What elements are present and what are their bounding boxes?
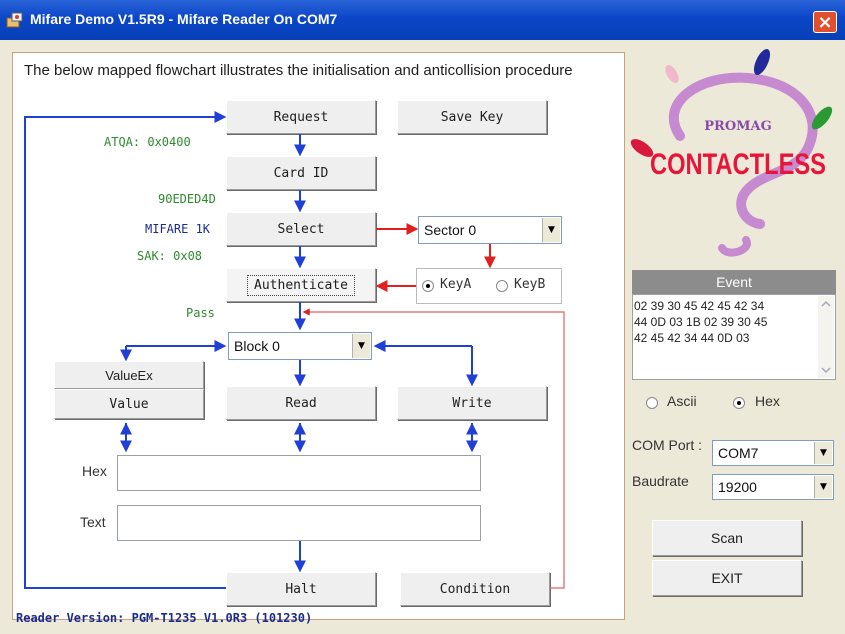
logo-brand: PROMAG xyxy=(704,119,771,134)
select-button[interactable]: Select xyxy=(226,212,376,246)
authenticate-button[interactable]: Authenticate xyxy=(226,268,376,302)
write-button-label: Write xyxy=(452,395,492,411)
baudrate-select[interactable]: 19200 ▼ xyxy=(712,474,834,500)
chevron-down-icon[interactable]: ▼ xyxy=(814,442,832,464)
hex-field-label: Hex xyxy=(82,463,107,479)
key-b-label: KeyB xyxy=(514,277,546,292)
app-window: Mifare Demo V1.5R9 - Mifare Reader On CO… xyxy=(0,0,845,634)
text-input[interactable] xyxy=(117,505,481,541)
ascii-radio[interactable] xyxy=(646,397,658,409)
write-button[interactable]: Write xyxy=(397,386,547,420)
key-b-radio[interactable] xyxy=(496,280,508,292)
chevron-down-icon[interactable]: ▼ xyxy=(814,476,832,498)
event-panel-title: Event xyxy=(632,270,836,294)
card-type-label: MIFARE 1K xyxy=(145,222,211,236)
baudrate-label: Baudrate xyxy=(632,473,689,489)
hex-radio[interactable] xyxy=(733,397,745,409)
scroll-arrows-icon xyxy=(821,300,831,374)
atqa-label: ATQA: 0x0400 xyxy=(104,135,191,149)
read-button[interactable]: Read xyxy=(226,386,376,420)
condition-button-label: Condition xyxy=(439,581,511,597)
card-id-value: 90EDED4D xyxy=(158,192,216,206)
value-button-label: Value xyxy=(109,396,149,412)
sak-label: SAK: 0x08 xyxy=(137,249,203,263)
exit-button-label: EXIT xyxy=(711,570,743,586)
request-button[interactable]: Request xyxy=(226,100,376,134)
key-a-label: KeyA xyxy=(440,277,472,292)
window-title: Mifare Demo V1.5R9 - Mifare Reader On CO… xyxy=(30,11,338,27)
event-scrollbar[interactable] xyxy=(818,296,834,378)
sector-select[interactable]: Sector 0 ▼ xyxy=(418,216,562,244)
com-port-select[interactable]: COM7 ▼ xyxy=(712,440,834,466)
read-button-label: Read xyxy=(285,395,317,411)
chevron-down-icon[interactable]: ▼ xyxy=(352,334,370,358)
card-id-button-label: Card ID xyxy=(273,165,329,181)
key-a-radio[interactable] xyxy=(422,280,434,292)
baudrate-value: 19200 xyxy=(718,479,757,495)
event-log-text: 02 39 30 45 42 45 42 34 44 0D 03 1B 02 3… xyxy=(634,299,768,345)
halt-button-label: Halt xyxy=(285,581,317,597)
com-port-value: COM7 xyxy=(718,445,759,461)
title-bar: Mifare Demo V1.5R9 - Mifare Reader On CO… xyxy=(0,0,845,40)
condition-button[interactable]: Condition xyxy=(400,572,550,606)
exit-button[interactable]: EXIT xyxy=(652,560,802,596)
flowchart-description: The below mapped flowchart illustrates t… xyxy=(24,62,573,79)
hex-mode-label: Hex xyxy=(755,393,780,409)
save-key-button[interactable]: Save Key xyxy=(397,100,547,134)
halt-button[interactable]: Halt xyxy=(226,572,376,606)
save-key-button-label: Save Key xyxy=(440,109,504,125)
ascii-label: Ascii xyxy=(667,393,697,409)
select-button-label: Select xyxy=(277,221,325,237)
request-button-label: Request xyxy=(273,109,329,125)
value-ex-button[interactable]: ValueEx xyxy=(54,361,204,389)
reader-version-status: Reader Version: PGM-T1235 V1.0R3 (101230… xyxy=(16,611,313,625)
scan-button[interactable]: Scan xyxy=(652,520,802,556)
text-field-label: Text xyxy=(80,514,106,530)
promag-contactless-logo: PROMAG CONTACTLESS xyxy=(630,49,833,257)
hex-input[interactable] xyxy=(117,455,481,491)
authenticate-button-label: Authenticate xyxy=(247,274,355,296)
scan-button-label: Scan xyxy=(711,530,743,546)
com-port-label: COM Port : xyxy=(632,437,703,453)
sector-select-value: Sector 0 xyxy=(424,222,477,238)
auth-result-label: Pass xyxy=(186,306,215,320)
close-button[interactable]: × xyxy=(813,11,837,33)
block-select-value: Block 0 xyxy=(234,338,280,354)
logo-word: CONTACTLESS xyxy=(650,148,826,181)
card-id-button[interactable]: Card ID xyxy=(226,156,376,190)
value-button[interactable]: Value xyxy=(54,389,204,419)
block-select[interactable]: Block 0 ▼ xyxy=(228,332,372,360)
app-icon xyxy=(6,12,23,28)
chevron-down-icon[interactable]: ▼ xyxy=(542,218,560,242)
value-ex-button-label: ValueEx xyxy=(105,367,153,383)
